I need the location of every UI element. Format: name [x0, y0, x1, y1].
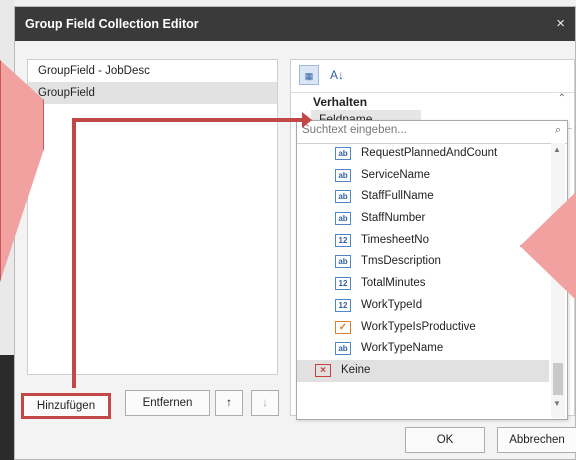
search-icon: ⌕	[554, 124, 561, 136]
arrow-up-icon: ↑	[226, 397, 232, 409]
text-type-icon: ab	[335, 147, 351, 160]
list-item[interactable]: 12 TotalMinutes	[297, 273, 549, 295]
list-item-groupfield[interactable]: GroupField	[28, 82, 277, 104]
chevron-up-icon[interactable]: ⌃	[558, 93, 566, 104]
close-icon[interactable]: ×	[556, 15, 565, 32]
list-item[interactable]: ✓ WorkTypeIsProductive	[297, 317, 549, 339]
field-name: WorkTypeIsProductive	[361, 320, 476, 333]
field-name: TimesheetNo	[361, 233, 429, 246]
scroll-down-icon[interactable]: ▼	[553, 399, 561, 408]
categorized-icon[interactable]: ▦	[299, 65, 319, 85]
annotation-line-vertical	[72, 118, 76, 388]
list-item[interactable]: ab ServiceName	[297, 165, 549, 187]
number-type-icon: 12	[335, 277, 351, 291]
field-name: Keine	[341, 363, 371, 376]
list-item-groupfield-jobdesc[interactable]: GroupField - JobDesc	[28, 60, 277, 82]
annotation-line-horizontal	[72, 118, 304, 122]
text-type-icon: ab	[335, 168, 351, 182]
field-name: RequestPlannedAndCount	[361, 147, 498, 159]
scroll-up-icon[interactable]: ▲	[553, 145, 561, 154]
field-name: TotalMinutes	[361, 277, 426, 290]
field-name: StaffFullName	[361, 190, 434, 203]
title-bar: Group Field Collection Editor ×	[15, 7, 575, 41]
list-item[interactable]: ab StaffNumber	[297, 208, 549, 230]
ok-button[interactable]: OK	[405, 427, 485, 453]
field-name: WorkTypeName	[361, 342, 444, 355]
text-type-icon: ab	[335, 212, 351, 226]
number-type-icon: 12	[335, 298, 351, 312]
list-item[interactable]: 12 TimesheetNo	[297, 230, 549, 252]
number-type-icon: 12	[335, 233, 351, 247]
none-x-icon: ×	[315, 363, 331, 377]
property-grid-toolbar: ▦ A↓	[291, 60, 574, 90]
dialog-title: Group Field Collection Editor	[25, 17, 199, 31]
scroll-thumb[interactable]	[553, 363, 563, 395]
move-up-button[interactable]: ↑	[215, 390, 243, 416]
field-dropdown[interactable]: Suchtext eingeben... ⌕ ab RequestPlannedA…	[296, 120, 568, 420]
cancel-button[interactable]: Abbrechen	[497, 427, 576, 453]
category-header[interactable]: Verhalten ⌃	[291, 92, 574, 111]
text-type-icon: ab	[335, 342, 351, 356]
search-input[interactable]: Suchtext eingeben...	[302, 124, 407, 136]
field-name: ServiceName	[361, 168, 431, 181]
boolean-type-icon: ✓	[335, 320, 351, 334]
list-item[interactable]: 12 WorkTypeId	[297, 295, 549, 317]
list-item[interactable]: ab TmsDescription	[297, 251, 549, 273]
sort-az-icon[interactable]: A↓	[327, 65, 347, 85]
field-name: WorkTypeId	[361, 298, 423, 311]
move-down-button[interactable]: ↓	[251, 390, 279, 416]
text-type-icon: ab	[335, 190, 351, 204]
add-button[interactable]: Hinzufügen	[21, 393, 111, 419]
list-item[interactable]: ab StaffFullName	[297, 186, 549, 208]
search-box[interactable]: Suchtext eingeben... ⌕	[297, 121, 567, 144]
category-label: Verhalten	[313, 95, 368, 109]
arrow-down-icon: ↓	[262, 397, 268, 409]
field-name: TmsDescription	[361, 255, 441, 268]
annotation-arrowhead	[302, 112, 312, 128]
group-field-list[interactable]: GroupField - JobDesc GroupField	[27, 59, 278, 375]
list-item[interactable]: ab RequestPlannedAndCount	[297, 143, 549, 165]
list-item[interactable]: ab WorkTypeName	[297, 338, 549, 360]
text-type-icon: ab	[335, 255, 351, 269]
remove-button[interactable]: Entfernen	[125, 390, 210, 416]
field-name: StaffNumber	[361, 212, 426, 225]
list-item-none[interactable]: × Keine	[297, 359, 549, 382]
field-list[interactable]: ab RequestPlannedAndCount ab ServiceName a…	[297, 143, 549, 382]
background-dark-panel	[0, 355, 14, 460]
